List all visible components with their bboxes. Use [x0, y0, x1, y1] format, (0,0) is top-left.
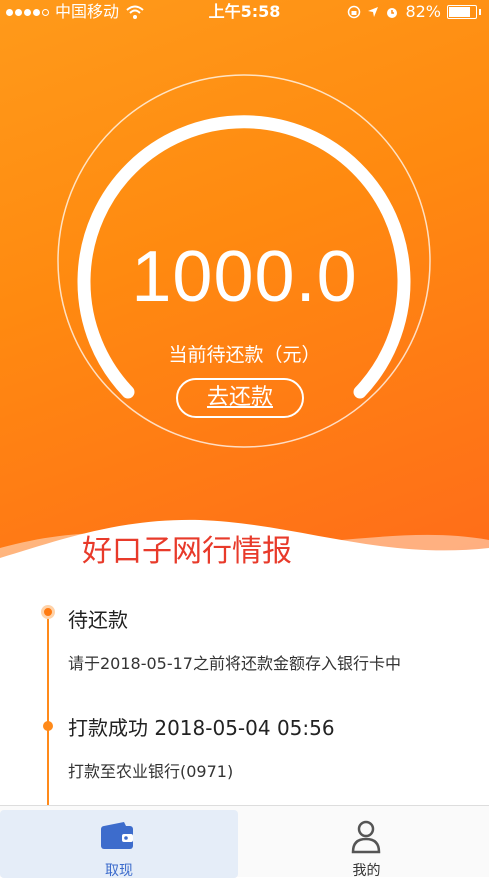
timeline-item-desc: 打款至农业银行(0971) — [68, 762, 234, 781]
tab-bar: 取现 我的 — [0, 805, 489, 879]
battery-icon — [447, 5, 477, 19]
tab-withdraw[interactable]: 取现 — [0, 810, 238, 879]
tab-mine[interactable]: 我的 — [244, 810, 489, 879]
alarm-icon — [387, 8, 398, 18]
timeline-dot — [43, 721, 53, 731]
watermark-text: 好口子网行情报 — [82, 534, 292, 569]
repay-button[interactable]: 去还款 — [176, 378, 304, 418]
timeline-item-desc: 请于2018-05-17之前将还款金额存入银行卡中 — [68, 654, 401, 673]
timeline-dot-current — [41, 605, 55, 619]
repayment-timeline: 待还款 请于2018-05-17之前将还款金额存入银行卡中 打款成功 2018-… — [0, 600, 489, 805]
user-icon — [351, 820, 381, 854]
hero-banner: 中国移动 上午5:58 82% 1000.0 当前待还款（元） 去还款 — [0, 0, 489, 600]
tab-label: 我的 — [352, 863, 381, 879]
location-icon — [368, 7, 379, 17]
outstanding-amount-label: 当前待还款（元） — [168, 344, 321, 366]
timeline-item-title: 打款成功 2018-05-04 05:56 — [68, 716, 335, 740]
outstanding-amount: 1000.0 — [131, 237, 358, 317]
status-bar: 中国移动 上午5:58 82% — [0, 0, 489, 24]
tab-label: 取现 — [105, 863, 133, 879]
timeline-line — [47, 612, 49, 805]
rotation-lock-icon — [348, 5, 361, 19]
battery-percent: 82% — [405, 2, 441, 21]
wallet-icon — [101, 822, 133, 849]
timeline-item-title: 待还款 — [68, 608, 128, 632]
